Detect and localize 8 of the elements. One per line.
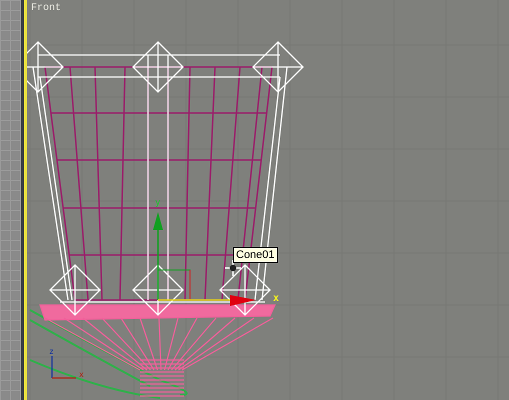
axis-tripod-drawing (51, 356, 76, 379)
axis-label: x (79, 370, 84, 379)
axis-label: y (155, 198, 160, 208)
cursor-crosshair-icon (225, 260, 241, 276)
front-viewport[interactable]: y x z x Front Cone01 (24, 0, 509, 400)
axis-label: z (49, 347, 54, 356)
object-tooltip: Cone01 (233, 247, 278, 263)
axis-label: x (273, 293, 280, 304)
